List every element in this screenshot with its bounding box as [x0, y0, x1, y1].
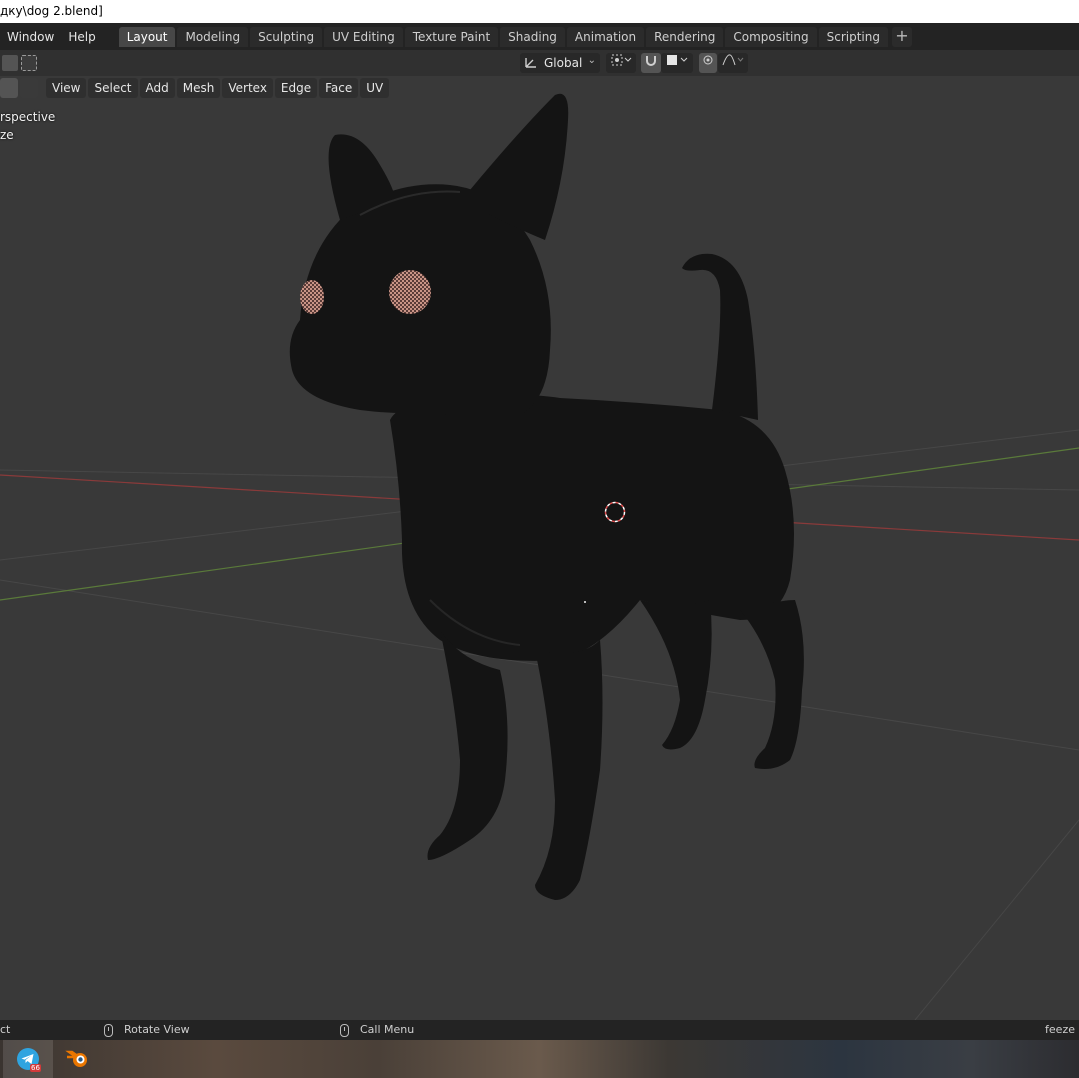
menu-mesh[interactable]: Mesh	[176, 78, 221, 98]
telegram-badge: 66	[31, 1064, 40, 1072]
dog-eye-left	[300, 280, 324, 314]
mode-toggle-icon[interactable]	[0, 78, 18, 98]
menu-view[interactable]: View	[46, 78, 87, 98]
window-title-bar: дку\dog 2.blend]	[0, 0, 1079, 23]
status-call-menu-label: Call Menu	[360, 1023, 415, 1036]
tab-rendering[interactable]: Rendering	[646, 26, 724, 47]
menu-edge[interactable]: Edge	[274, 78, 318, 98]
mouse-middle-icon	[104, 1023, 113, 1037]
tab-sculpting[interactable]: Sculpting	[250, 26, 323, 47]
menu-help[interactable]: Help	[61, 26, 102, 48]
view-perspective-label: rspective	[0, 110, 56, 124]
menu-add[interactable]: Add	[139, 78, 175, 98]
window-title: дку\dog 2.blend]	[0, 4, 103, 18]
3d-viewport[interactable]: rspective ze	[0, 50, 1079, 1020]
menu-vertex[interactable]: Vertex	[222, 78, 273, 98]
dog-eye-right	[389, 270, 431, 314]
menu-uv[interactable]: UV	[360, 78, 390, 98]
status-call-menu-hint: Call Menu	[340, 1020, 414, 1040]
menu-window[interactable]: Window	[0, 26, 61, 48]
status-rotate-label: Rotate View	[124, 1023, 190, 1036]
tab-modeling[interactable]: Modeling	[177, 26, 249, 47]
tab-animation[interactable]: Animation	[566, 26, 645, 47]
mode-toggle-icon-2[interactable]	[20, 78, 38, 98]
status-bar: ct Rotate View Call Menu feeze	[0, 1020, 1079, 1040]
origin-dot	[584, 601, 586, 603]
add-workspace-button[interactable]: +	[891, 26, 912, 47]
tab-scripting[interactable]: Scripting	[818, 26, 888, 47]
tab-shading[interactable]: Shading	[500, 26, 565, 47]
status-right-info: feeze	[1045, 1023, 1075, 1036]
menu-select[interactable]: Select	[88, 78, 138, 98]
status-rotate-hint: Rotate View	[104, 1020, 190, 1040]
os-taskbar: 66	[0, 1040, 1079, 1078]
view-collection-label: ze	[0, 128, 14, 142]
status-left-hint: ct	[0, 1023, 11, 1036]
tab-compositing[interactable]: Compositing	[725, 26, 817, 47]
workspace-tabs: Layout Modeling Sculpting UV Editing Tex…	[118, 23, 912, 50]
tab-layout[interactable]: Layout	[118, 26, 176, 47]
blender-icon	[65, 1050, 87, 1067]
taskbar-telegram[interactable]: 66	[3, 1040, 53, 1078]
tab-uv-editing[interactable]: UV Editing	[324, 26, 403, 47]
tab-texture-paint[interactable]: Texture Paint	[404, 26, 499, 47]
taskbar-blender[interactable]	[53, 1040, 103, 1078]
top-bar: Window Help Layout Modeling Sculpting UV…	[0, 23, 1079, 50]
viewport-scene	[0, 93, 1079, 1020]
menu-face[interactable]: Face	[319, 78, 359, 98]
mouse-right-icon	[340, 1023, 349, 1037]
view-header: View Select Add Mesh Vertex Edge Face UV	[0, 76, 1079, 100]
